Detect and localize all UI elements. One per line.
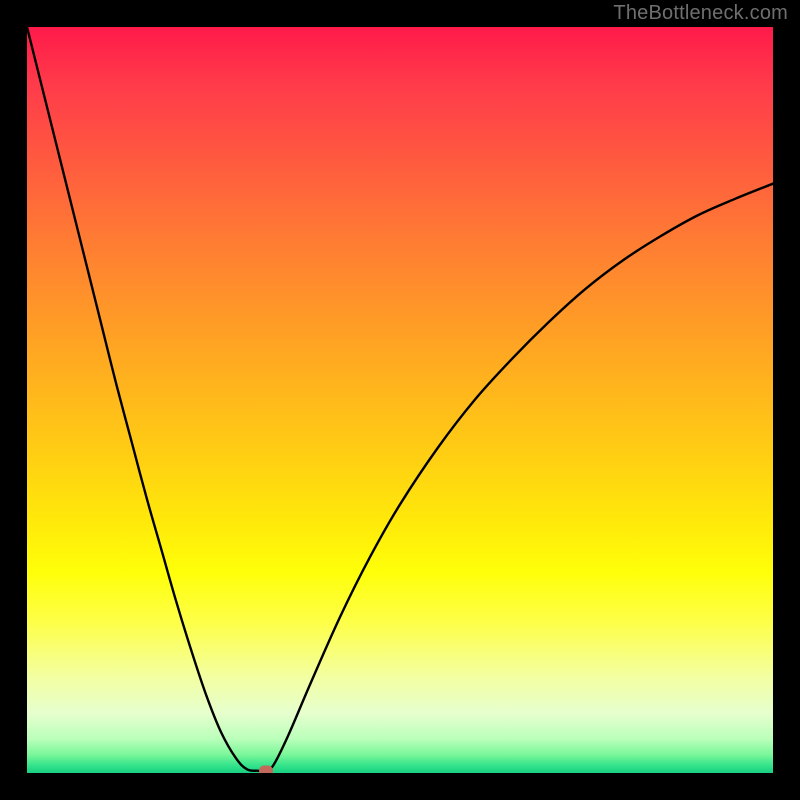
minimum-marker-icon bbox=[259, 765, 273, 773]
bottleneck-curve bbox=[27, 27, 773, 773]
watermark-text: TheBottleneck.com bbox=[613, 2, 788, 25]
chart-frame: TheBottleneck.com bbox=[0, 0, 800, 800]
plot-area bbox=[27, 27, 773, 773]
